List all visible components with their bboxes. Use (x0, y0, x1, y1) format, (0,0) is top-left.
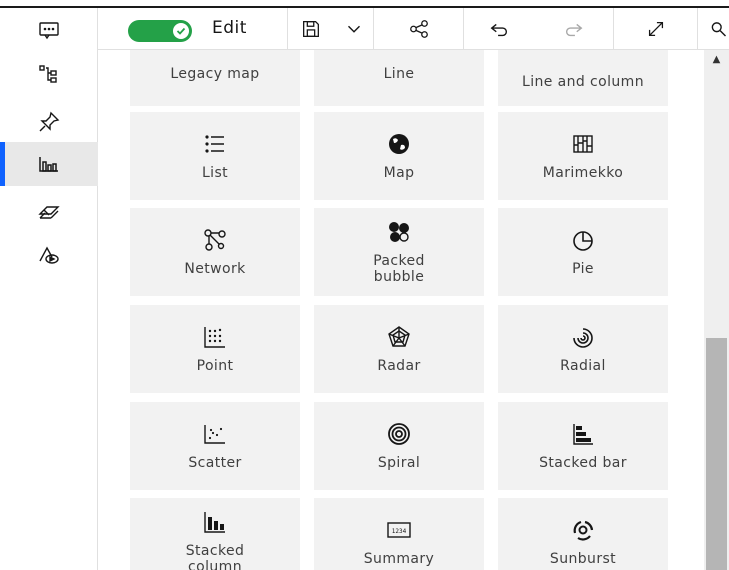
search-icon[interactable] (698, 8, 729, 50)
stacked-column-icon (204, 512, 225, 533)
tile-label: Point (196, 358, 234, 374)
tile-label: Scatter (188, 455, 242, 471)
edit-label: Edit (212, 18, 247, 38)
scrollbar[interactable]: ▲ (704, 50, 729, 570)
svg-text:1234: 1234 (392, 528, 407, 535)
tile-point[interactable]: Point (130, 305, 300, 393)
visualizations-icon[interactable] (0, 142, 98, 186)
chevron-down-icon[interactable] (334, 8, 374, 50)
tile-stacked-bar[interactable]: Stacked bar (498, 402, 668, 490)
tile-spiral[interactable]: Spiral (314, 402, 484, 490)
globe-icon (389, 134, 409, 154)
tile-label: Line and column (522, 74, 644, 90)
tile-map[interactable]: Map (314, 112, 484, 200)
fullscreen-icon[interactable] (614, 8, 698, 50)
tile-pie[interactable]: Pie (498, 208, 668, 296)
tile-line[interactable]: Line (314, 50, 484, 106)
sunburst-icon (573, 520, 594, 541)
tile-label: Legacy map (170, 66, 260, 82)
edit-mode-group: Edit (98, 8, 288, 50)
tile-label: Stacked bar (539, 455, 627, 471)
tile-radar[interactable]: Radar (314, 305, 484, 393)
tile-label: Map (383, 165, 415, 181)
tile-label: Marimekko (542, 165, 624, 181)
shapes-icon[interactable] (0, 234, 98, 278)
packed-bubble-icon (389, 222, 409, 242)
checkmark-icon (173, 23, 189, 39)
radar-chart-icon (388, 326, 410, 347)
legacy-map-icon (202, 50, 228, 58)
tile-label: Network (184, 261, 246, 277)
spiral-chart-icon (388, 423, 410, 445)
toolbar: Edit (98, 8, 729, 50)
tile-label: Sunburst (549, 551, 617, 567)
layers-icon[interactable] (0, 190, 98, 234)
tile-label: Radar (377, 358, 421, 374)
tile-label: Line (383, 66, 415, 82)
edit-toggle[interactable] (128, 20, 192, 42)
tile-label: Packed bubble (373, 253, 425, 285)
tile-summary[interactable]: 1234 Summary (314, 498, 484, 570)
tile-legacy-map[interactable]: Legacy map (130, 50, 300, 106)
tile-label: Radial (560, 358, 606, 374)
tile-scatter[interactable]: Scatter (130, 402, 300, 490)
left-rail (0, 8, 98, 570)
tile-line-and-column[interactable]: Line and column (498, 50, 668, 106)
tile-network[interactable]: Network (130, 208, 300, 296)
network-icon (204, 229, 226, 251)
tile-label: Pie (572, 261, 594, 277)
tile-list[interactable]: List (130, 112, 300, 200)
line-and-column-icon (570, 50, 596, 66)
tile-stacked-column[interactable]: Stacked column (130, 498, 300, 570)
marimekko-icon (573, 135, 593, 153)
stacked-bar-icon (573, 424, 593, 445)
data-tree-icon[interactable] (0, 52, 98, 96)
radial-chart-icon (573, 328, 593, 348)
tile-radial[interactable]: Radial (498, 305, 668, 393)
save-icon[interactable] (288, 8, 334, 50)
tile-label: Spiral (377, 455, 421, 471)
share-icon[interactable] (374, 8, 464, 50)
line-chart-icon (386, 50, 412, 58)
scatter-plot-icon (204, 425, 225, 444)
redo-icon[interactable] (534, 8, 614, 50)
tile-label: Summary (363, 551, 435, 567)
scroll-thumb[interactable] (706, 338, 727, 570)
visualization-gallery: Legacy map Line Line and column List Map… (98, 50, 704, 570)
pin-icon[interactable] (0, 100, 98, 144)
tile-label: List (201, 165, 229, 181)
pie-chart-icon (573, 231, 593, 251)
list-icon (205, 135, 224, 153)
tile-sunburst[interactable]: Sunburst (498, 498, 668, 570)
tile-marimekko[interactable]: Marimekko (498, 112, 668, 200)
summary-icon: 1234 (387, 522, 411, 538)
scroll-up-arrow-icon[interactable]: ▲ (704, 50, 729, 68)
window-top-border (0, 0, 729, 8)
tile-packed-bubble[interactable]: Packed bubble (314, 208, 484, 296)
point-chart-icon (204, 327, 225, 348)
undo-icon[interactable] (464, 8, 534, 50)
chat-icon[interactable] (0, 8, 98, 52)
tile-label: Stacked column (185, 543, 245, 570)
